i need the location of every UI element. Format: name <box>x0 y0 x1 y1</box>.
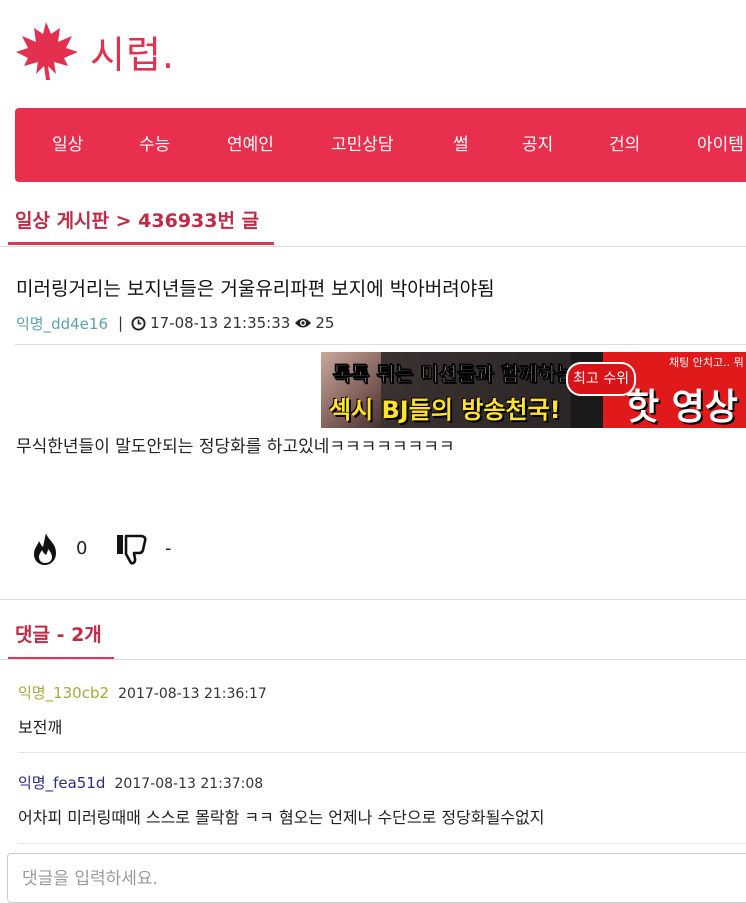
comment-author[interactable]: 익명_130cb2 <box>18 684 109 702</box>
post-title: 미러링거리는 보지년들은 거울유리파편 보지에 박아버려야됨 <box>16 278 495 300</box>
main-nav: 일상 수능 연예인 고민상담 썰 공지 건의 아이템 <box>15 108 746 182</box>
nav-item-daily[interactable]: 일상 <box>52 108 83 182</box>
nav-item-notice[interactable]: 공지 <box>522 108 553 182</box>
comment-date: 2017-08-13 21:37:08 <box>114 776 264 792</box>
comment-input-box <box>7 853 746 903</box>
ad-line2: 섹시 BJ들의 방송천국! <box>329 396 561 424</box>
nav-item-exam[interactable]: 수능 <box>139 108 170 182</box>
post-body: 무식한년들이 말도안되는 정당화를 하고있네ㅋㅋㅋㅋㅋㅋㅋㅋ <box>16 437 455 457</box>
comment-header: 익명_fea51d 2017-08-13 21:37:08 <box>18 772 263 793</box>
divider <box>18 843 746 844</box>
nav-item-story[interactable]: 썰 <box>453 108 469 182</box>
nav-item-counsel[interactable]: 고민상담 <box>331 108 394 182</box>
comment-text: 어차피 미러링때매 스스로 몰락함 ㅋㅋ 혐오는 언제나 수단으로 정당화될수없… <box>18 808 545 827</box>
eye-icon <box>295 318 312 328</box>
divider <box>0 659 746 660</box>
nav-item-suggestion[interactable]: 건의 <box>609 108 640 182</box>
comment-separator <box>18 752 746 753</box>
divider <box>0 246 746 247</box>
comment-text: 보전깨 <box>18 718 63 737</box>
divider <box>0 599 746 600</box>
clock-icon <box>131 315 146 331</box>
flame-icon[interactable] <box>30 532 62 566</box>
ad-tag: 채팅 안치고.. 뭐 <box>669 356 744 369</box>
post-views: 25 <box>315 314 335 332</box>
nav-item-item[interactable]: 아이템 <box>697 108 744 182</box>
breadcrumb-underline <box>8 242 274 245</box>
meta-divider <box>15 344 746 345</box>
site-logo-text[interactable]: 시럽. <box>90 24 175 79</box>
post-author[interactable]: 익명_dd4e16 <box>16 313 108 334</box>
comment-author[interactable]: 익명_fea51d <box>18 774 105 792</box>
ad-banner[interactable]: 톡톡 튀는 미션들과 함께하는 섹시 BJ들의 방송천국! 채팅 안치고.. 뭐… <box>321 352 746 428</box>
meta-separator: | <box>118 314 124 332</box>
post-datetime: 17-08-13 21:35:33 <box>150 314 291 332</box>
comment-input[interactable] <box>20 856 744 902</box>
post-meta: 익명_dd4e16 | 17-08-13 21:35:33 25 <box>16 312 334 334</box>
ad-headline: 핫 영상 <box>626 387 738 428</box>
comment-header: 익명_130cb2 2017-08-13 21:36:17 <box>18 682 267 703</box>
site-header: 시럽. <box>0 0 746 100</box>
thumbs-down-icon[interactable] <box>115 532 151 566</box>
like-count: 0 <box>76 538 88 559</box>
ad-line1: 톡톡 튀는 미션들과 함께하는 <box>333 362 575 387</box>
breadcrumb[interactable]: 일상 게시판 > 436933번 글 <box>15 206 259 233</box>
dislike-count: - <box>165 538 172 559</box>
comments-title: 댓글 - 2개 <box>15 624 102 646</box>
maple-leaf-icon[interactable] <box>16 20 80 82</box>
comment-date: 2017-08-13 21:36:17 <box>118 686 267 702</box>
nav-item-celebrity[interactable]: 연예인 <box>227 108 274 182</box>
